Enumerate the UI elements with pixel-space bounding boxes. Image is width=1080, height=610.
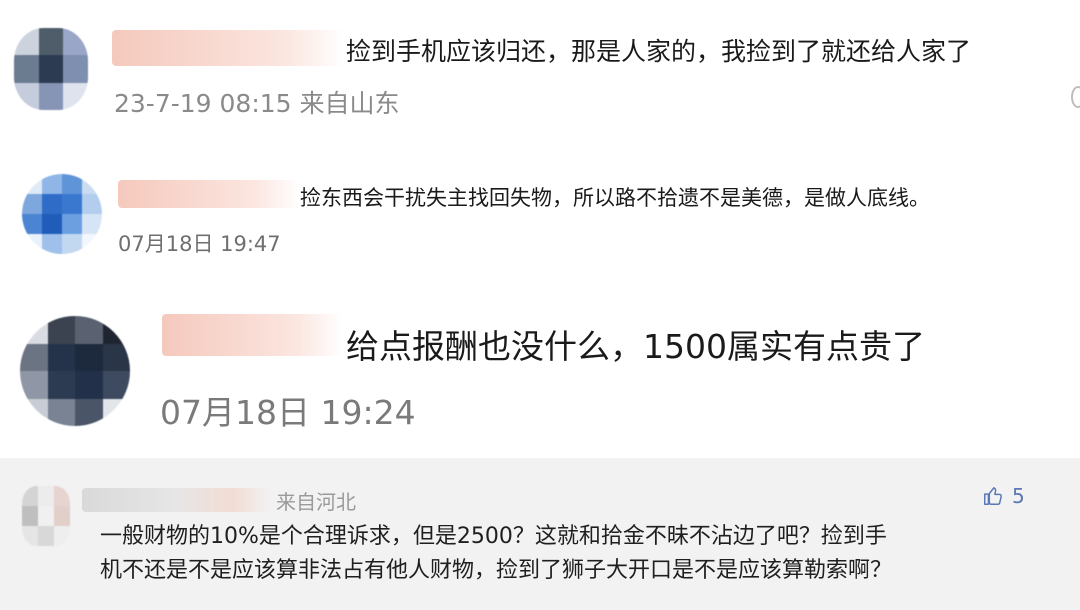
comment-text: 给点报酬也没什么，1500属实有点贵了 (346, 327, 925, 366)
username-blurred[interactable] (162, 314, 342, 356)
avatar-mosaic-tile (82, 234, 102, 254)
avatar-mosaic-tile (38, 82, 64, 110)
avatar-mosaic-tile (20, 316, 48, 344)
avatar-mosaic-tile (38, 526, 54, 546)
avatar-mosaic-tile (47, 398, 75, 426)
avatar-mosaic-tile (54, 526, 70, 546)
avatar[interactable] (22, 486, 70, 546)
avatar-mosaic-tile (42, 194, 62, 214)
avatar-mosaic-tile (22, 234, 42, 254)
avatar-mosaic-tile (47, 371, 75, 399)
comment-text: 一般财物的10%是个合理诉求，但是2500？这就和拾金不昧不沾边了吧？捡到手 机… (100, 520, 1040, 588)
avatar-mosaic-tile (62, 174, 82, 194)
avatar-mosaic-tile (75, 343, 103, 371)
comment-region: 来自河北 (276, 490, 356, 514)
avatar-mosaic-tile (20, 398, 48, 426)
comment-text-line: 机不还是不是应该算非法占有他人财物，捡到了狮子大开口是不是应该算勒索啊？ (100, 558, 893, 583)
avatar-mosaic-tile (14, 82, 39, 110)
avatar-mosaic-tile (63, 28, 88, 56)
avatar-mosaic-tile (82, 214, 102, 234)
avatar[interactable] (22, 174, 102, 254)
avatar-mosaic-tile (14, 55, 39, 83)
like-count: 5 (1012, 484, 1025, 508)
avatar-mosaic-tile (22, 194, 42, 214)
username-blurred[interactable] (112, 30, 344, 66)
avatar-mosaic-tile (102, 398, 130, 426)
comment-text: 捡到手机应该归还，那是人家的，我捡到了就还给人家了 (346, 37, 972, 66)
avatar-mosaic-tile (42, 214, 62, 234)
avatar-mosaic-tile (38, 486, 54, 506)
avatar-mosaic-tile (102, 343, 130, 371)
comment-meta: 23-7-19 08:15 来自山东 (114, 89, 400, 118)
avatar-mosaic-tile (38, 506, 54, 526)
avatar-mosaic-tile (22, 174, 42, 194)
thumbs-up-icon (984, 487, 1002, 505)
comment-item: 捡到手机应该归还，那是人家的，我捡到了就还给人家了 23-7-19 08:15 … (0, 0, 1080, 140)
comment-text-line: 一般财物的10%是个合理诉求，但是2500？这就和拾金不昧不沾边了吧？捡到手 (100, 524, 887, 549)
avatar-mosaic-tile (20, 343, 48, 371)
avatar-mosaic-tile (54, 486, 70, 506)
avatar-mosaic-tile (62, 194, 82, 214)
avatar-mosaic-tile (20, 371, 48, 399)
comment-meta: 07月18日 19:47 (118, 232, 281, 256)
avatar-mosaic-tile (62, 234, 82, 254)
avatar-mosaic-tile (42, 234, 62, 254)
like-button[interactable]: 5 (982, 484, 1025, 508)
comment-item: 来自河北 5 一般财物的10%是个合理诉求，但是2500？这就和拾金不昧不沾边了… (0, 458, 1080, 610)
avatar-mosaic-tile (38, 28, 64, 56)
avatar[interactable] (14, 28, 88, 110)
avatar-mosaic-tile (14, 28, 39, 56)
comment-meta: 07月18日 19:24 (160, 393, 416, 432)
avatar-mosaic-tile (75, 371, 103, 399)
avatar-mosaic-tile (102, 371, 130, 399)
avatar-mosaic-tile (75, 316, 103, 344)
avatar-mosaic-tile (47, 316, 75, 344)
username-blurred[interactable] (82, 488, 270, 512)
comment-item: 捡东西会干扰失主找回失物，所以路不拾遗不是美德，是做人底线。 07月18日 19… (0, 140, 1080, 290)
avatar-mosaic-tile (82, 174, 102, 194)
avatar-mosaic-tile (62, 214, 82, 234)
avatar-mosaic-tile (54, 506, 70, 526)
comment-item: 给点报酬也没什么，1500属实有点贵了 07月18日 19:24 (0, 290, 1080, 458)
avatar-mosaic-tile (22, 486, 38, 506)
avatar-mosaic-tile (63, 55, 88, 83)
avatar-mosaic-tile (22, 506, 38, 526)
avatar[interactable] (20, 316, 130, 426)
username-blurred[interactable] (118, 180, 300, 208)
avatar-mosaic-tile (47, 343, 75, 371)
avatar-mosaic-tile (22, 214, 42, 234)
avatar-mosaic-tile (75, 398, 103, 426)
comment-text: 捡东西会干扰失主找回失物，所以路不拾遗不是美德，是做人底线。 (300, 186, 930, 210)
avatar-mosaic-tile (38, 55, 64, 83)
more-icon[interactable] (1071, 86, 1080, 108)
avatar-mosaic-tile (22, 526, 38, 546)
avatar-mosaic-tile (63, 82, 88, 110)
avatar-mosaic-tile (42, 174, 62, 194)
avatar-mosaic-tile (102, 316, 130, 344)
avatar-mosaic-tile (82, 194, 102, 214)
